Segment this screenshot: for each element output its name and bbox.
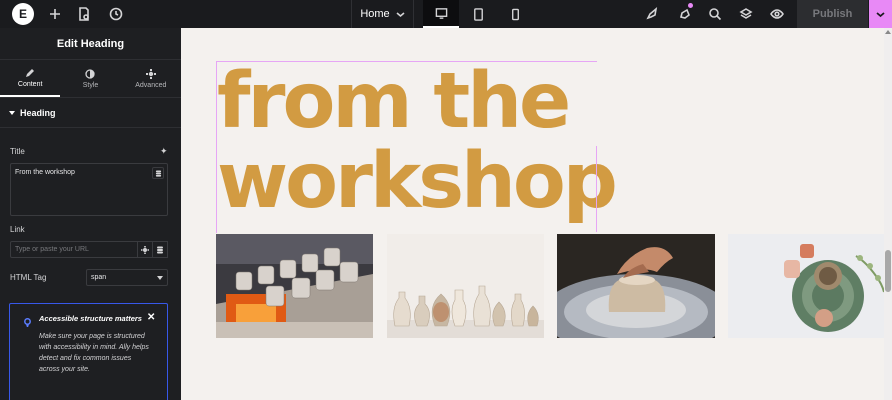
close-icon[interactable]: ✕ — [147, 312, 155, 323]
rocket-icon[interactable] — [642, 4, 662, 24]
database-icon — [157, 246, 163, 253]
search-icon[interactable] — [705, 4, 725, 24]
title-value: From the workshop — [15, 169, 75, 176]
heading-line-2: workshop — [217, 137, 618, 226]
chevron-down-icon — [876, 11, 885, 17]
top-bar: E Home Publish — [0, 0, 892, 28]
notice-title: Accessible structure matters — [39, 314, 142, 323]
panel-title: Edit Heading — [0, 28, 181, 60]
tab-label: Advanced — [135, 81, 167, 89]
heading-selection-edge — [596, 146, 597, 232]
notification-dot — [688, 3, 693, 8]
history-icon[interactable] — [106, 4, 126, 24]
editor-panel: Edit Heading Content Style Advanced Head… — [0, 28, 181, 400]
html-tag-label: HTML Tag — [10, 273, 47, 282]
panel-tabs: Content Style Advanced — [0, 60, 181, 98]
desktop-icon[interactable] — [423, 0, 459, 28]
chevron-down-icon — [157, 276, 163, 280]
caret-down-icon — [9, 110, 15, 115]
tab-label: Content — [17, 80, 43, 88]
tab-content[interactable]: Content — [0, 60, 61, 97]
heading-section-toggle[interactable]: Heading — [0, 98, 181, 128]
tablet-icon[interactable] — [460, 0, 496, 28]
gear-icon — [141, 245, 149, 254]
link-field: Type or paste your URL — [10, 241, 168, 258]
gear-icon — [145, 68, 156, 79]
section-title: Heading — [20, 107, 56, 118]
notice-body: Make sure your page is structured with a… — [39, 333, 149, 373]
scroll-thumb[interactable] — [885, 250, 891, 292]
publish-options-button[interactable] — [869, 0, 892, 28]
title-textarea[interactable]: From the workshop — [10, 163, 168, 216]
title-label: Title — [10, 147, 25, 156]
scroll-up-icon[interactable] — [885, 30, 891, 34]
kiln-pottery-photo[interactable] — [216, 234, 373, 338]
ai-sparkle-icon[interactable]: ✦ — [160, 146, 168, 157]
preview-canvas: from the workshop — [181, 28, 892, 400]
tab-label: Style — [82, 81, 99, 89]
publish-button[interactable]: Publish — [797, 0, 868, 28]
mobile-icon[interactable] — [497, 0, 533, 28]
html-tag-value: span — [91, 274, 107, 281]
link-input[interactable]: Type or paste your URL — [10, 241, 138, 258]
dynamic-tags-button[interactable] — [152, 167, 164, 179]
link-label: Link — [10, 225, 25, 234]
vases-collection-photo[interactable] — [387, 234, 544, 338]
layers-icon[interactable] — [736, 4, 756, 24]
lightbulb-icon — [23, 314, 32, 328]
page-settings-icon[interactable] — [74, 4, 94, 24]
pottery-wheel-photo[interactable] — [557, 234, 715, 338]
pencil-icon — [26, 68, 35, 77]
chevron-down-icon — [396, 11, 405, 17]
heading-line-1: from the — [217, 57, 571, 146]
preview-eye-icon[interactable] — [767, 4, 787, 24]
heading-widget[interactable]: from the workshop — [216, 57, 618, 233]
ceramic-plates-photo[interactable] — [728, 234, 888, 338]
tab-style[interactable]: Style — [60, 60, 120, 97]
canvas-scrollbar[interactable] — [884, 28, 892, 400]
half-circle-icon — [85, 68, 96, 79]
link-dynamic-button[interactable] — [153, 241, 168, 258]
tab-advanced[interactable]: Advanced — [121, 60, 181, 97]
link-options-button[interactable] — [138, 241, 153, 258]
page-name: Home — [360, 8, 390, 20]
plus-icon[interactable] — [45, 4, 65, 24]
database-icon — [155, 169, 161, 177]
page-selector[interactable]: Home — [351, 0, 414, 28]
html-tag-select[interactable]: span — [86, 269, 168, 286]
accessibility-notice: Accessible structure matters ✕ Make sure… — [9, 303, 168, 400]
elementor-logo-icon[interactable]: E — [12, 3, 34, 25]
